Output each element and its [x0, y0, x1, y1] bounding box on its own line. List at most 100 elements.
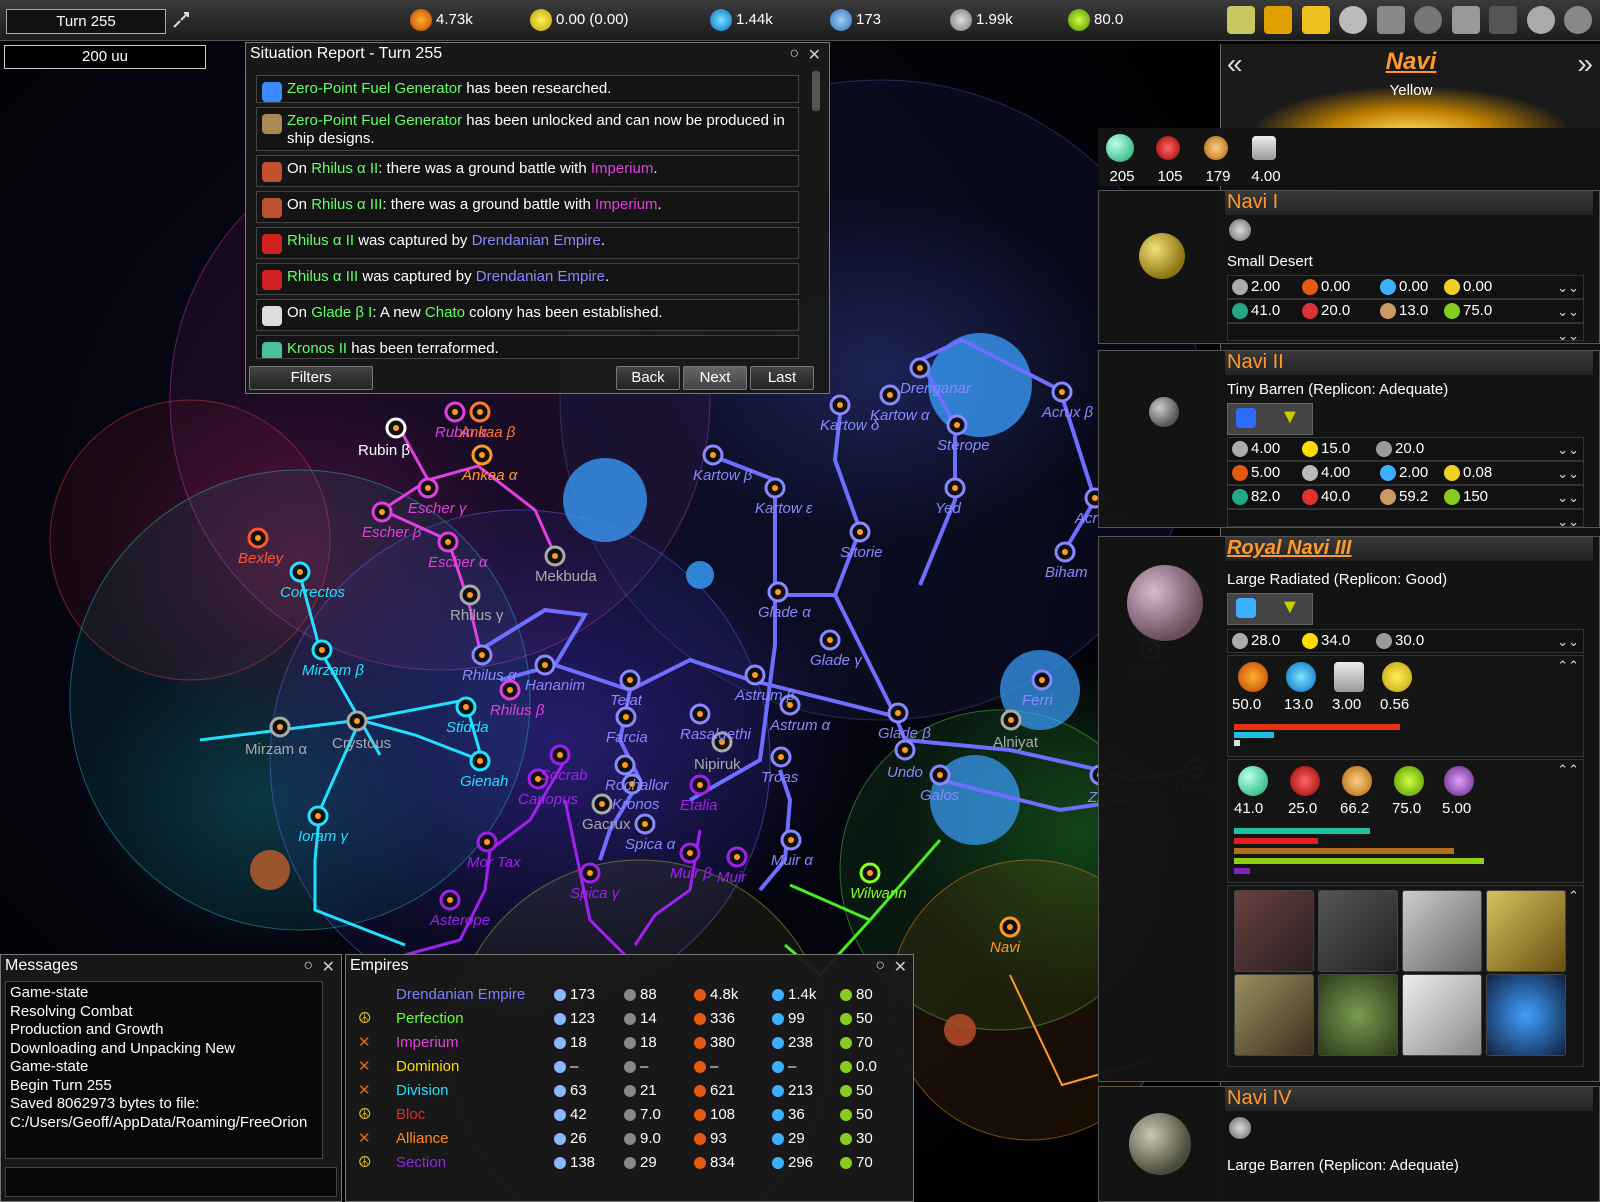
system-label[interactable]: Ferri: [1022, 692, 1053, 709]
system-label[interactable]: Mekbuda: [535, 568, 597, 585]
sitrep-link[interactable]: Glade β I: [311, 304, 372, 321]
next-button[interactable]: Next: [683, 366, 747, 390]
system-label[interactable]: Kronos: [612, 796, 660, 813]
sitrep-entry[interactable]: Zero-Point Fuel Generator has been resea…: [256, 75, 799, 103]
empire-name[interactable]: Alliance: [396, 1127, 449, 1150]
planet-card-navi-i[interactable]: Navi I Small Desert 2.00 0.00 0.00 0.00 …: [1098, 190, 1600, 344]
meter-row[interactable]: 41.0 20.0 13.0 75.0 ⌄⌄: [1227, 299, 1584, 323]
system-label[interactable]: Etalia: [680, 797, 718, 814]
system-label[interactable]: Socrab: [540, 767, 588, 784]
turn-button[interactable]: Turn 255: [6, 9, 166, 34]
sitrep-link[interactable]: Rhilus α II: [311, 160, 378, 177]
sitrep-entry[interactable]: On Rhilus α III: there was a ground batt…: [256, 191, 799, 223]
empire-row[interactable]: Drendanian Empire 173 88 4.8k 1.4k 80: [354, 983, 899, 1006]
empire-name[interactable]: Drendanian Empire: [396, 983, 525, 1006]
empire-row[interactable]: ✕ Imperium 18 18 380 238 70: [354, 1031, 899, 1054]
collapse-icon[interactable]: ⌃⌃: [1557, 762, 1579, 778]
industry-stat[interactable]: 4.73k: [410, 8, 473, 32]
system-label[interactable]: Sitorie: [840, 544, 883, 561]
system-label[interactable]: Spica γ: [570, 885, 619, 902]
sitrep-entry[interactable]: Rhilus α II was captured by Drendanian E…: [256, 227, 799, 259]
sitrep-link[interactable]: Chato: [425, 304, 465, 321]
system-label[interactable]: Canopus: [518, 791, 578, 808]
system-label[interactable]: Astrum α: [770, 717, 830, 734]
factory-building-icon[interactable]: [1402, 974, 1482, 1056]
meter-row[interactable]: 4.00 15.0 20.0 ⌄⌄: [1227, 437, 1584, 461]
specials-row[interactable]: ⌄⌄: [1227, 323, 1584, 343]
system-label[interactable]: Undo: [887, 764, 923, 781]
empire-name[interactable]: Bloc: [396, 1103, 425, 1126]
autoturn-icon[interactable]: [172, 11, 190, 29]
sitrep-link[interactable]: Kronos II: [287, 340, 347, 357]
empires-panel[interactable]: Empires ○ ✕ Drendanian Empire 173 88 4.8k 1.…: [345, 954, 914, 1202]
trade-stat[interactable]: 0.00 (0.00): [530, 8, 629, 32]
genome-bank-building-icon[interactable]: [1318, 974, 1398, 1056]
capital-planet-name[interactable]: Royal Navi III: [1227, 537, 1352, 560]
system-label[interactable]: Rhilus β: [490, 702, 544, 719]
war-icon[interactable]: ✕: [358, 1079, 371, 1102]
messages-icon[interactable]: [1226, 6, 1255, 34]
system-label[interactable]: Yed: [935, 500, 961, 517]
system-label[interactable]: Alniyat: [993, 734, 1038, 751]
objects-icon[interactable]: [1339, 6, 1368, 34]
shipyard-building-icon[interactable]: [1234, 890, 1314, 972]
last-button[interactable]: Last: [750, 366, 814, 390]
planet-image[interactable]: [1129, 1113, 1191, 1175]
focus-selector[interactable]: ▼: [1227, 593, 1313, 625]
system-label[interactable]: Acrux β: [1042, 404, 1093, 421]
system-label[interactable]: Rhilus γ: [450, 607, 503, 624]
chat-input[interactable]: [5, 1167, 337, 1197]
system-label[interactable]: Astrum β: [735, 687, 795, 704]
system-label[interactable]: Escher γ: [408, 500, 466, 517]
empire-row[interactable]: ✕ Dominion – – – – 0.0: [354, 1055, 899, 1078]
sitrep-entry[interactable]: On Rhilus α II: there was a ground battl…: [256, 155, 799, 187]
palace-building-icon[interactable]: [1402, 890, 1482, 972]
sitrep-entry[interactable]: Zero-Point Fuel Generator has been unloc…: [256, 107, 799, 151]
research-flask-icon[interactable]: [1376, 6, 1405, 34]
meter-row[interactable]: 82.0 40.0 59.2 150 ⌄⌄: [1227, 485, 1584, 509]
system-label[interactable]: Biham: [1045, 564, 1088, 581]
system-label[interactable]: Mor Tax: [467, 854, 521, 871]
government-icon[interactable]: [1451, 6, 1480, 34]
system-label[interactable]: Escher α: [428, 554, 487, 571]
system-label[interactable]: Muir: [717, 869, 746, 886]
expand-icon[interactable]: ⌄⌄: [1557, 277, 1579, 299]
planet-card-royal-navi-iii[interactable]: Royal Navi III Large Radiated (Replicon:…: [1098, 536, 1600, 1082]
sitrep-link[interactable]: Zero-Point Fuel Generator: [287, 80, 462, 97]
close-icon[interactable]: ✕: [894, 957, 907, 977]
system-label[interactable]: Tejat: [610, 692, 642, 709]
system-label[interactable]: Mirzam α: [245, 741, 307, 758]
pin-icon[interactable]: ○: [875, 957, 885, 975]
war-icon[interactable]: ✕: [358, 1055, 371, 1078]
expand-icon[interactable]: ⌄⌄: [1557, 463, 1579, 485]
system-label[interactable]: Ioram γ: [298, 828, 348, 845]
warning-icon[interactable]: [1264, 6, 1293, 34]
population-stat[interactable]: 1.99k: [950, 8, 1013, 32]
dna-building-icon[interactable]: [1486, 974, 1566, 1056]
system-label[interactable]: Hananim: [525, 677, 585, 694]
system-label[interactable]: Glade β: [878, 725, 931, 742]
system-label[interactable]: Muir β: [670, 865, 712, 882]
empire-name[interactable]: Section: [396, 1151, 446, 1174]
empire-row[interactable]: ✕ Division 63 21 621 213 50: [354, 1079, 899, 1102]
sitrep-link[interactable]: Imperium: [591, 160, 654, 177]
scrollbar[interactable]: [812, 71, 820, 111]
system-label[interactable]: Muir α: [771, 852, 813, 869]
pin-icon[interactable]: ○: [303, 957, 313, 975]
filters-button[interactable]: Filters: [249, 366, 373, 390]
empire-name[interactable]: Perfection: [396, 1007, 464, 1030]
help-icon[interactable]: [1526, 6, 1555, 34]
tower-building-icon[interactable]: [1234, 974, 1314, 1056]
dropdown-icon[interactable]: ▼: [1280, 406, 1300, 429]
crown-icon[interactable]: [1301, 6, 1330, 34]
research-stat[interactable]: 1.44k: [710, 8, 773, 32]
empire-row[interactable]: ☮ Section 138 29 834 296 70: [354, 1151, 899, 1174]
system-label[interactable]: Rochallor: [605, 777, 668, 794]
sitrep-link[interactable]: Rhilus α III: [287, 268, 358, 285]
messages-log[interactable]: Game-state Resolving Combat Production and…: [5, 981, 323, 1159]
war-icon[interactable]: ✕: [358, 1127, 371, 1150]
planet-name[interactable]: Navi I: [1227, 191, 1278, 214]
peace-icon[interactable]: ☮: [358, 1151, 371, 1174]
empire-name[interactable]: Division: [396, 1079, 449, 1102]
planet-image[interactable]: [1127, 565, 1203, 641]
